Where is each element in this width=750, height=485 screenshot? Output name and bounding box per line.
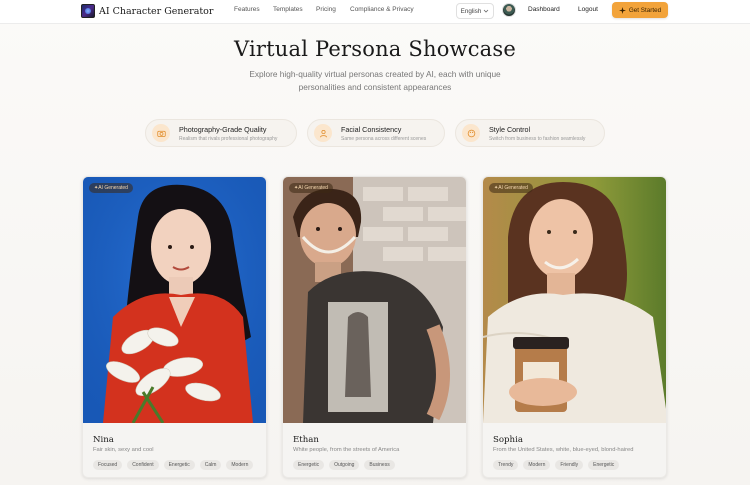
tag-list: Trendy Modern Friendly Energetic <box>493 460 620 470</box>
ai-generated-badge: ✦ AI Generated <box>489 183 533 193</box>
sparkle-icon <box>618 6 626 14</box>
get-started-button[interactable]: Get Started <box>612 2 668 18</box>
nav-link-features[interactable]: Features <box>234 6 260 13</box>
brand-name: AI Character Generator <box>99 5 214 17</box>
persona-desc: White people, from the streets of Americ… <box>293 447 400 453</box>
tag: Energetic <box>293 460 325 470</box>
get-started-label: Get Started <box>628 6 662 14</box>
persona-card-nina[interactable]: ✦ AI Generated Nina Fair skin, sexy and c… <box>82 176 267 478</box>
feature-desc: Realism that rivals professional photogr… <box>179 135 278 142</box>
feature-consistency: Facial Consistency Same persona across d… <box>307 119 445 147</box>
page-title: Virtual Persona Showcase <box>233 37 517 61</box>
logout-link[interactable]: Logout <box>578 6 598 13</box>
persona-desc: Fair skin, sexy and cool <box>93 447 154 453</box>
feature-desc: Switch from business to fashion seamless… <box>489 135 586 142</box>
tag: Modern <box>523 460 551 470</box>
persona-desc: From the United States, white, blue-eyed… <box>493 447 634 453</box>
tag-list: Focused Confident Energetic Calm Modern <box>93 460 254 470</box>
persona-card-sophia[interactable]: ✦ AI Generated Sophia From the United Sta… <box>482 176 667 478</box>
camera-icon <box>152 124 170 142</box>
persona-name: Sophia <box>493 435 523 445</box>
tag: Modern <box>226 460 254 470</box>
tag: Outgoing <box>329 460 360 470</box>
page-subtitle: Explore high-quality virtual personas cr… <box>249 69 501 92</box>
feature-title: Style Control <box>489 124 531 134</box>
users-icon <box>314 124 332 142</box>
feature-title: Facial Consistency <box>341 124 402 134</box>
feature-title: Photography-Grade Quality <box>179 124 267 134</box>
tag: Friendly <box>555 460 584 470</box>
avatar[interactable] <box>502 3 516 17</box>
feature-desc: Same persona across different scenes <box>341 135 427 142</box>
language-value: English <box>460 7 482 15</box>
feature-style: Style Control Switch from business to fa… <box>455 119 605 147</box>
nav-link-compliance[interactable]: Compliance & Privacy <box>350 6 414 13</box>
top-navbar: AI Character Generator Features Template… <box>0 0 750 24</box>
brand[interactable]: AI Character Generator <box>81 3 213 19</box>
persona-image: ✦ AI Generated <box>283 177 466 423</box>
persona-name: Ethan <box>293 435 319 445</box>
language-select[interactable]: English <box>456 3 494 19</box>
brand-logo-icon <box>81 4 95 18</box>
tag: Confident <box>127 460 159 470</box>
nav-link-templates[interactable]: Templates <box>273 6 303 13</box>
tag: Energetic <box>163 460 195 470</box>
chevron-down-icon <box>484 9 489 13</box>
persona-card-ethan[interactable]: ✦ AI Generated Ethan White people, from t… <box>282 176 467 478</box>
feature-photography: Photography-Grade Quality Realism that r… <box>145 119 297 147</box>
dashboard-link[interactable]: Dashboard <box>528 6 560 13</box>
tag: Focused <box>93 460 123 470</box>
persona-image: ✦ AI Generated <box>483 177 666 423</box>
ai-generated-badge: ✦ AI Generated <box>289 183 333 193</box>
persona-name: Nina <box>93 435 114 445</box>
tag: Trendy <box>493 460 519 470</box>
tag-list: Energetic Outgoing Business <box>293 460 395 470</box>
tag: Calm <box>199 460 222 470</box>
tag: Business <box>364 460 395 470</box>
ai-generated-badge: ✦ AI Generated <box>89 183 133 193</box>
nav-link-pricing[interactable]: Pricing <box>316 6 336 13</box>
persona-image: ✦ AI Generated <box>83 177 266 423</box>
tag: Energetic <box>588 460 620 470</box>
palette-icon <box>462 124 480 142</box>
